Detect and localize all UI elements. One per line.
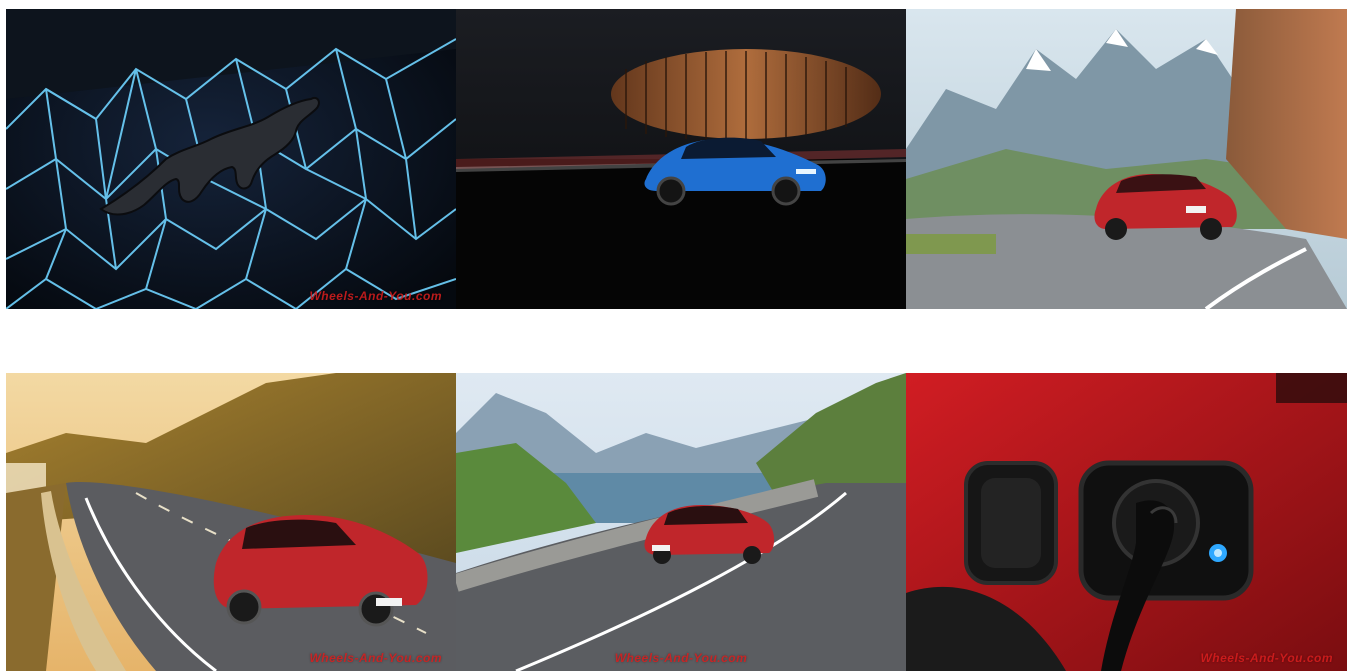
gallery-tile-mustang-logo[interactable]: Wheels-And-You.com [6,9,456,309]
lake-road-image [456,373,906,671]
gallery-tile-lake-road[interactable]: Wheels-And-You.com [456,373,906,671]
mustang-logo-image [6,9,456,309]
gallery-tile-night-arena[interactable] [456,9,906,309]
gallery-tile-sunset-coast[interactable]: Wheels-And-You.com [6,373,456,671]
gallery-tile-charging-port[interactable]: Wheels-And-You.com [906,373,1347,671]
charging-port-image [906,373,1347,671]
photo-gallery: Wheels-And-You.com Wheels-And-You.com Wh… [0,0,1347,671]
mountain-road-image [906,9,1347,309]
sunset-coast-image [6,373,456,671]
gallery-tile-mountain-road[interactable] [906,9,1347,309]
night-arena-image [456,9,906,309]
